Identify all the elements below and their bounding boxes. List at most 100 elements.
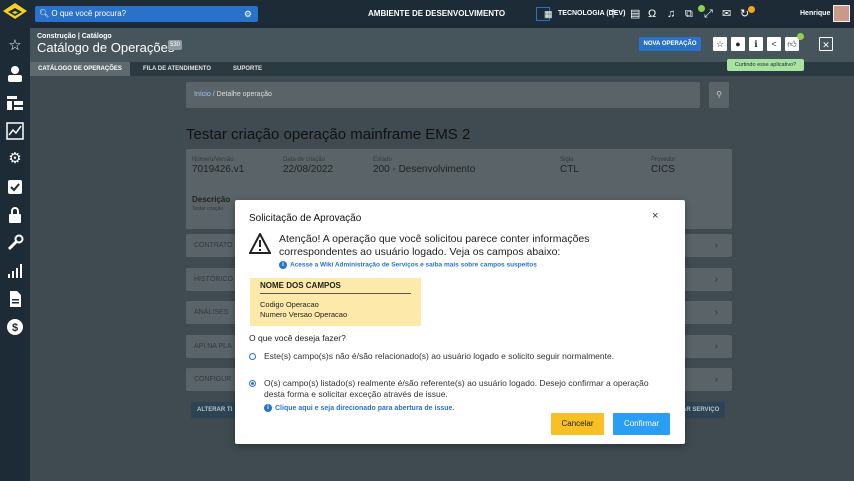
- wiki-link-text: Acesse a Wiki Administração de Serviços …: [290, 261, 537, 269]
- grid-menu-icon[interactable]: ▦: [544, 7, 553, 21]
- svg-text:$: $: [12, 322, 18, 334]
- chat-icon[interactable]: ▤: [630, 7, 640, 21]
- headset-icon[interactable]: Ω: [648, 7, 656, 21]
- left-rail: ☆ ⚙ $: [0, 0, 30, 481]
- accordion-label: CONFIGUR: [194, 376, 232, 383]
- field-value: CICS: [651, 164, 675, 175]
- search-input[interactable]: 🔍︎ O que você procura? ⚙: [35, 6, 258, 22]
- chevron-right-icon: ›: [714, 374, 718, 385]
- field-label: Número/Versão: [192, 157, 234, 163]
- feedback-tooltip: Curtindo esse aplicativo?: [727, 59, 804, 71]
- field-label: Sigla: [560, 157, 574, 163]
- expand-icon[interactable]: ⤢: [704, 7, 713, 21]
- person-icon[interactable]: ⚲: [709, 82, 729, 108]
- environment-label: AMBIENTE DE DESENVOLVIMENTO: [368, 9, 506, 18]
- field-label: Provedor: [651, 157, 676, 163]
- field-provider: Provedor CICS: [651, 157, 675, 175]
- field-label: Estado: [373, 157, 392, 163]
- warning-icon: [249, 233, 271, 254]
- tab-suporte[interactable]: SUPORTE: [225, 62, 270, 76]
- field-value: 200 - Desenvolvimento: [373, 164, 476, 175]
- field-creation-date: Data de criação 22/08/2022: [283, 157, 333, 175]
- breadcrumb-home-link[interactable]: Início: [194, 91, 211, 98]
- accordion-label: HISTÓRICO: [194, 276, 233, 283]
- user-name[interactable]: Henrique: [800, 0, 830, 28]
- wiki-link[interactable]: i Acesse a Wiki Administração de Serviços…: [279, 261, 537, 269]
- bug-icon[interactable]: ●: [731, 37, 745, 51]
- bell-icon[interactable]: ♫: [667, 7, 675, 21]
- chevron-right-icon: ›: [714, 341, 718, 352]
- share-icon[interactable]: <: [767, 37, 781, 51]
- field-state: Estado 200 - Desenvolvimento: [373, 157, 475, 175]
- header-breadcrumb: Construção | Catálogo: [37, 33, 112, 40]
- option-confirm-exception[interactable]: O(s) campo(s) listado(s) realmente é/são…: [249, 378, 669, 400]
- chevron-right-icon: ›: [714, 240, 718, 251]
- field-value: 22/08/2022: [283, 164, 334, 175]
- search-icon: 🔍︎: [39, 9, 50, 18]
- modal-warning-text: Atenção! A operação que você solicitou p…: [279, 233, 590, 258]
- user-icon[interactable]: [6, 65, 24, 83]
- radio-not-related[interactable]: [249, 353, 256, 360]
- tab-fila-atendimento[interactable]: FILA DE ATENDIMENTO: [135, 62, 219, 76]
- signal-icon[interactable]: [6, 262, 24, 280]
- field-value: 7019426.v1: [192, 164, 245, 175]
- like-badge: [797, 33, 804, 40]
- lock-icon[interactable]: [6, 206, 24, 224]
- checkbox-icon[interactable]: [6, 178, 24, 196]
- modal-question: O que você deseja fazer?: [249, 333, 346, 343]
- fields-header: NOME DOS CAMPOS: [260, 281, 411, 294]
- modal-close-icon[interactable]: ×: [652, 210, 658, 222]
- issue-link[interactable]: i Clique aqui e seja direcionado para abe…: [264, 404, 454, 412]
- dollar-icon[interactable]: $: [6, 318, 24, 336]
- document-icon[interactable]: [6, 290, 24, 308]
- history-badge: [748, 6, 755, 13]
- option-label: Este(s) campo(s)s não é/são relacionado(…: [264, 351, 615, 361]
- close-icon[interactable]: ✕: [819, 37, 833, 51]
- accordion-label: API NA PLA: [194, 343, 232, 350]
- field-item: Numero Versao Operacao: [260, 310, 348, 319]
- tab-catalogo[interactable]: CATÁLOGO DE OPERAÇÕES: [30, 62, 130, 76]
- accordion-label: ANÁLISES: [194, 309, 229, 316]
- mail-icon[interactable]: ✉: [722, 7, 731, 21]
- breadcrumb-current: Detalhe operação: [216, 91, 272, 98]
- issue-link-text: Clique aqui e seja direcionado para aber…: [275, 404, 455, 412]
- apps-icon[interactable]: ⧉: [685, 7, 693, 21]
- info-icon[interactable]: ℹ: [749, 37, 763, 51]
- cancel-button[interactable]: Cancelar: [551, 413, 604, 435]
- breadcrumb: Início / Detalhe operação: [186, 82, 700, 108]
- field-number-version: Número/Versão 7019426.v1: [192, 157, 244, 175]
- option-not-related[interactable]: Este(s) campo(s)s não é/são relacionado(…: [249, 351, 669, 362]
- search-settings-icon[interactable]: ⚙: [244, 6, 252, 22]
- accordion-label: CONTRATO: [194, 242, 233, 249]
- new-operation-button[interactable]: NOVA OPERAÇÃO: [639, 37, 701, 51]
- option-label: O(s) campo(s) listado(s) realmente é/são…: [264, 378, 649, 399]
- breadcrumb-separator: /: [212, 91, 215, 98]
- operation-title: Testar criação operação mainframe EMS 2: [186, 126, 471, 143]
- pin-icon[interactable]: †: [610, 7, 616, 21]
- confirm-button[interactable]: Confirmar: [613, 413, 670, 435]
- wrench-icon[interactable]: [6, 234, 24, 252]
- gear-icon[interactable]: ⚙: [6, 150, 24, 168]
- field-label: Data de criação: [283, 157, 326, 163]
- chart-icon[interactable]: [6, 122, 24, 140]
- modal-title: Solicitação de Aprovação: [249, 213, 362, 224]
- alter-button[interactable]: ALTERAR TI: [191, 402, 239, 418]
- search-placeholder: O que você procura?: [51, 9, 127, 18]
- thumbs-up-icon[interactable]: 👍︎: [785, 37, 799, 51]
- radio-confirm-exception[interactable]: [249, 380, 256, 387]
- star-icon[interactable]: ☆: [6, 37, 24, 55]
- field-sigla: Sigla CTL: [560, 157, 579, 175]
- page-title: Catálogo de Operações: [37, 40, 175, 55]
- avatar[interactable]: [833, 5, 850, 22]
- chevron-right-icon: ›: [714, 307, 718, 318]
- info-icon: i: [264, 404, 272, 412]
- top-bar: 🔍︎ O que você procura? ⚙ AMBIENTE DE DES…: [30, 0, 854, 28]
- dashboard-icon[interactable]: [6, 94, 24, 112]
- description-value: Testar criação: [192, 206, 224, 212]
- favorite-star-icon[interactable]: ☆: [713, 37, 727, 51]
- approval-modal: Solicitação de Aprovação × Atenção! A op…: [235, 200, 685, 444]
- suspect-fields-box: NOME DOS CAMPOS Codigo Operacao Numero V…: [250, 278, 421, 326]
- info-icon: i: [279, 261, 287, 269]
- bank-logo[interactable]: [3, 3, 27, 25]
- operation-count-badge: 530: [168, 40, 183, 50]
